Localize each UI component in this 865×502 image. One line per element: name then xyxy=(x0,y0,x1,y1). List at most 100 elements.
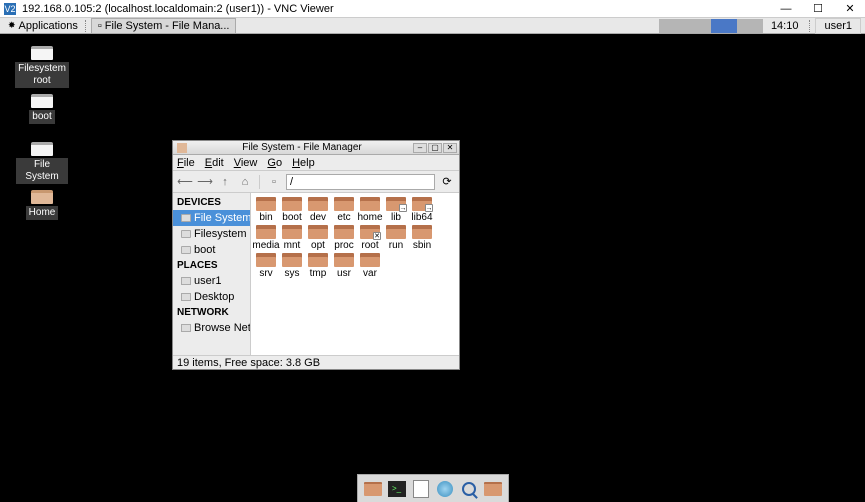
menu-go[interactable]: Go xyxy=(267,157,282,169)
folder-lib[interactable]: →lib xyxy=(383,197,409,223)
folder-icon xyxy=(386,225,406,239)
applications-label: Applications xyxy=(19,20,78,32)
nav-up-button[interactable]: ↑ xyxy=(217,174,233,190)
folder-home[interactable]: home xyxy=(357,197,383,223)
document-icon xyxy=(413,480,429,498)
workspace-2[interactable] xyxy=(685,19,711,33)
vnc-minimize-button[interactable]: — xyxy=(779,2,793,16)
folder-usr[interactable]: usr xyxy=(331,253,357,279)
menu-view[interactable]: View xyxy=(234,157,258,169)
folder-boot[interactable]: boot xyxy=(279,197,305,223)
fm-titlebar[interactable]: File System - File Manager – ▢ ✕ xyxy=(173,141,459,155)
vnc-close-button[interactable]: ✕ xyxy=(843,2,857,16)
clock[interactable]: 14:10 xyxy=(771,20,799,32)
fm-close-button[interactable]: ✕ xyxy=(443,143,457,153)
workspace-3[interactable] xyxy=(711,19,737,33)
folder-mnt[interactable]: mnt xyxy=(279,225,305,251)
drive-icon xyxy=(181,214,191,222)
fm-maximize-button[interactable]: ▢ xyxy=(428,143,442,153)
dock-terminal[interactable]: >_ xyxy=(388,480,406,498)
desktop-icon-filesystem-root[interactable]: Filesystem root xyxy=(16,46,68,88)
nav-back-button[interactable]: ⟵ xyxy=(177,174,193,190)
sidebar-heading-places: PLACES xyxy=(173,258,250,273)
folder-srv[interactable]: srv xyxy=(253,253,279,279)
magnifier-icon xyxy=(462,482,476,496)
sidebar-item-filesystem-root[interactable]: Filesystem root xyxy=(173,226,250,242)
panel-separator xyxy=(809,20,812,32)
folder-bin[interactable]: bin xyxy=(253,197,279,223)
desktop-icon-file-system[interactable]: File System xyxy=(16,142,68,184)
location-bar[interactable]: / xyxy=(286,174,435,190)
folder-sys[interactable]: sys xyxy=(279,253,305,279)
folder-dev[interactable]: dev xyxy=(305,197,331,223)
folder-root[interactable]: ✕root xyxy=(357,225,383,251)
folder-label: lib xyxy=(391,212,401,223)
vnc-window-controls: — ☐ ✕ xyxy=(779,2,861,16)
vnc-app-icon: V2 xyxy=(4,3,16,15)
file-manager-window: File System - File Manager – ▢ ✕ File Ed… xyxy=(172,140,460,370)
folder-tmp[interactable]: tmp xyxy=(305,253,331,279)
folder-media[interactable]: media xyxy=(253,225,279,251)
location-path: / xyxy=(290,176,293,188)
panel-separator xyxy=(85,20,88,32)
fm-toolbar: ⟵ ⟶ ↑ ⌂ ▫ / ⟳ xyxy=(173,171,459,193)
folder-label: root xyxy=(361,240,378,251)
taskbar-item-file-manager[interactable]: ▫ File System - File Mana... xyxy=(91,18,237,34)
nav-home-button[interactable]: ⌂ xyxy=(237,174,253,190)
dock-editor[interactable] xyxy=(412,480,430,498)
sidebar-item-label: boot xyxy=(194,244,215,256)
folder-icon xyxy=(308,197,328,211)
folder-lib64[interactable]: →lib64 xyxy=(409,197,435,223)
desktop-icon-label: File System xyxy=(16,158,68,184)
folder-icon xyxy=(412,225,432,239)
desktop-icon-boot[interactable]: boot xyxy=(16,94,68,124)
folder-opt[interactable]: opt xyxy=(305,225,331,251)
vnc-titlebar: V2 192.168.0.105:2 (localhost.localdomai… xyxy=(0,0,865,18)
sidebar-heading-network: NETWORK xyxy=(173,305,250,320)
folder-sbin[interactable]: sbin xyxy=(409,225,435,251)
reload-button[interactable]: ⟳ xyxy=(439,174,455,190)
network-icon xyxy=(181,324,191,332)
sidebar-item-desktop[interactable]: Desktop xyxy=(173,289,250,305)
workspace-4[interactable] xyxy=(737,19,763,33)
nav-forward-button[interactable]: ⟶ xyxy=(197,174,213,190)
fm-minimize-button[interactable]: – xyxy=(413,143,427,153)
folder-icon: → xyxy=(386,197,406,211)
folder-label: sbin xyxy=(413,240,431,251)
terminal-icon: >_ xyxy=(388,481,406,497)
sidebar-heading-devices: DEVICES xyxy=(173,195,250,210)
sidebar-item-label: user1 xyxy=(194,275,222,287)
sidebar-item-label: Filesystem root xyxy=(194,228,251,240)
user-menu[interactable]: user1 xyxy=(815,18,861,34)
sidebar-item-user1[interactable]: user1 xyxy=(173,273,250,289)
fm-content-area[interactable]: binbootdevetchome→lib→lib64mediamntoptpr… xyxy=(251,193,459,355)
folder-run[interactable]: run xyxy=(383,225,409,251)
dock-file-manager[interactable] xyxy=(364,480,382,498)
sidebar-item-browse-network[interactable]: Browse Network xyxy=(173,320,250,336)
workspace-1[interactable] xyxy=(659,19,685,33)
applications-menu[interactable]: ✸ Applications xyxy=(4,20,82,32)
folder-proc[interactable]: proc xyxy=(331,225,357,251)
dock-folder[interactable] xyxy=(484,480,502,498)
toolbar-separator xyxy=(259,175,260,189)
vnc-maximize-button[interactable]: ☐ xyxy=(811,2,825,16)
sidebar-item-boot[interactable]: boot xyxy=(173,242,250,258)
menu-edit[interactable]: Edit xyxy=(205,157,224,169)
vnc-title: 192.168.0.105:2 (localhost.localdomain:2… xyxy=(22,3,779,15)
folder-etc[interactable]: etc xyxy=(331,197,357,223)
sidebar-item-label: File System xyxy=(194,212,251,224)
folder-label: boot xyxy=(282,212,301,223)
menu-file[interactable]: File xyxy=(177,157,195,169)
folder-var[interactable]: var xyxy=(357,253,383,279)
folder-icon: ✕ xyxy=(360,225,380,239)
folder-badge-icon: → xyxy=(399,204,407,212)
folder-label: bin xyxy=(259,212,272,223)
folder-icon xyxy=(334,253,354,267)
dock-search[interactable] xyxy=(460,480,478,498)
menu-help[interactable]: Help xyxy=(292,157,315,169)
folder-label: opt xyxy=(311,240,325,251)
drive-icon xyxy=(31,46,53,60)
dock-web-browser[interactable] xyxy=(436,480,454,498)
sidebar-item-file-system[interactable]: File System xyxy=(173,210,250,226)
desktop-icon-home[interactable]: Home xyxy=(16,190,68,220)
